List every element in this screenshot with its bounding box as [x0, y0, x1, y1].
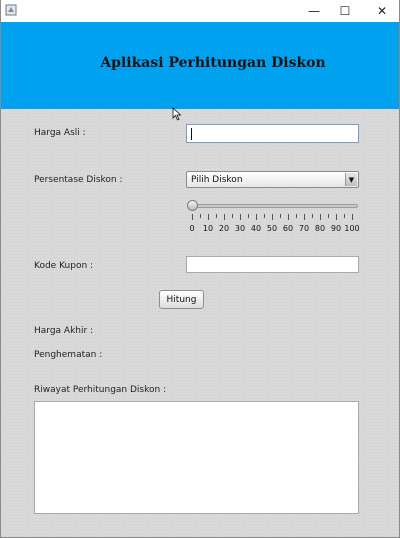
slider-tick	[352, 214, 353, 220]
slider-tick	[200, 214, 201, 218]
slider-tick	[336, 214, 337, 220]
slider-tick	[328, 214, 329, 218]
slider-tick	[240, 214, 241, 220]
slider-tick	[224, 214, 225, 220]
title-bar[interactable]: — ☐ ✕	[1, 0, 399, 22]
riwayat-label: Riwayat Perhitungan Diskon :	[34, 385, 167, 395]
slider-tick	[216, 214, 217, 218]
minimize-icon: —	[308, 4, 320, 18]
slider-tick-label: 40	[250, 224, 262, 233]
persentase-slider[interactable]: 0 10 20 30 40 50 60 70 80 90 100	[187, 199, 361, 235]
slider-tick	[192, 214, 193, 220]
slider-track[interactable]	[191, 204, 358, 208]
maximize-button[interactable]: ☐	[328, 0, 362, 22]
slider-tick	[208, 214, 209, 220]
slider-tick-label: 80	[314, 224, 326, 233]
kode-kupon-label: Kode Kupon :	[34, 261, 94, 271]
hitung-button[interactable]: Hitung	[159, 290, 204, 309]
slider-tick-label: 90	[330, 224, 342, 233]
mouse-cursor-icon	[172, 107, 182, 121]
slider-tick	[264, 214, 265, 218]
dropdown-arrow-icon[interactable]: ▼	[345, 173, 357, 186]
slider-tick	[232, 214, 233, 218]
slider-tick-label: 30	[234, 224, 246, 233]
slider-tick-label: 70	[298, 224, 310, 233]
harga-akhir-label: Harga Akhir :	[34, 326, 94, 336]
slider-tick	[280, 214, 281, 218]
text-caret	[191, 128, 192, 140]
slider-tick-label: 60	[282, 224, 294, 233]
persentase-diskon-label: Persentase Diskon :	[34, 175, 123, 185]
slider-tick-label: 20	[218, 224, 230, 233]
page-title: Aplikasi Perhitungan Diskon	[100, 54, 326, 71]
minimize-button[interactable]: —	[297, 0, 331, 22]
slider-tick	[288, 214, 289, 220]
slider-tick-label: 10	[202, 224, 214, 233]
java-app-icon	[5, 4, 17, 16]
slider-tick-label: 50	[266, 224, 278, 233]
slider-tick	[304, 214, 305, 220]
slider-tick	[320, 214, 321, 220]
slider-tick-label: 100	[344, 224, 360, 233]
kode-kupon-input[interactable]	[186, 256, 359, 273]
maximize-icon: ☐	[339, 4, 351, 18]
harga-asli-input[interactable]	[186, 124, 359, 143]
slider-tick	[344, 214, 345, 218]
persentase-diskon-select[interactable]: Pilih Diskon ▼	[186, 171, 359, 188]
persentase-selected-value: Pilih Diskon	[191, 175, 243, 185]
slider-thumb[interactable]	[187, 200, 198, 211]
app-window: — ☐ ✕ Aplikasi Perhitungan Diskon Harga …	[0, 0, 400, 538]
header-banner: Aplikasi Perhitungan Diskon	[1, 22, 399, 109]
harga-asli-label: Harga Asli :	[34, 128, 86, 138]
close-icon: ✕	[376, 4, 388, 18]
penghematan-label: Penghematan :	[34, 350, 103, 360]
slider-tick	[256, 214, 257, 220]
slider-tick	[272, 214, 273, 220]
slider-tick-label: 0	[189, 224, 195, 233]
slider-tick	[248, 214, 249, 218]
slider-tick	[312, 214, 313, 218]
slider-tick	[296, 214, 297, 218]
close-button[interactable]: ✕	[365, 0, 399, 22]
riwayat-textarea[interactable]	[34, 401, 359, 514]
